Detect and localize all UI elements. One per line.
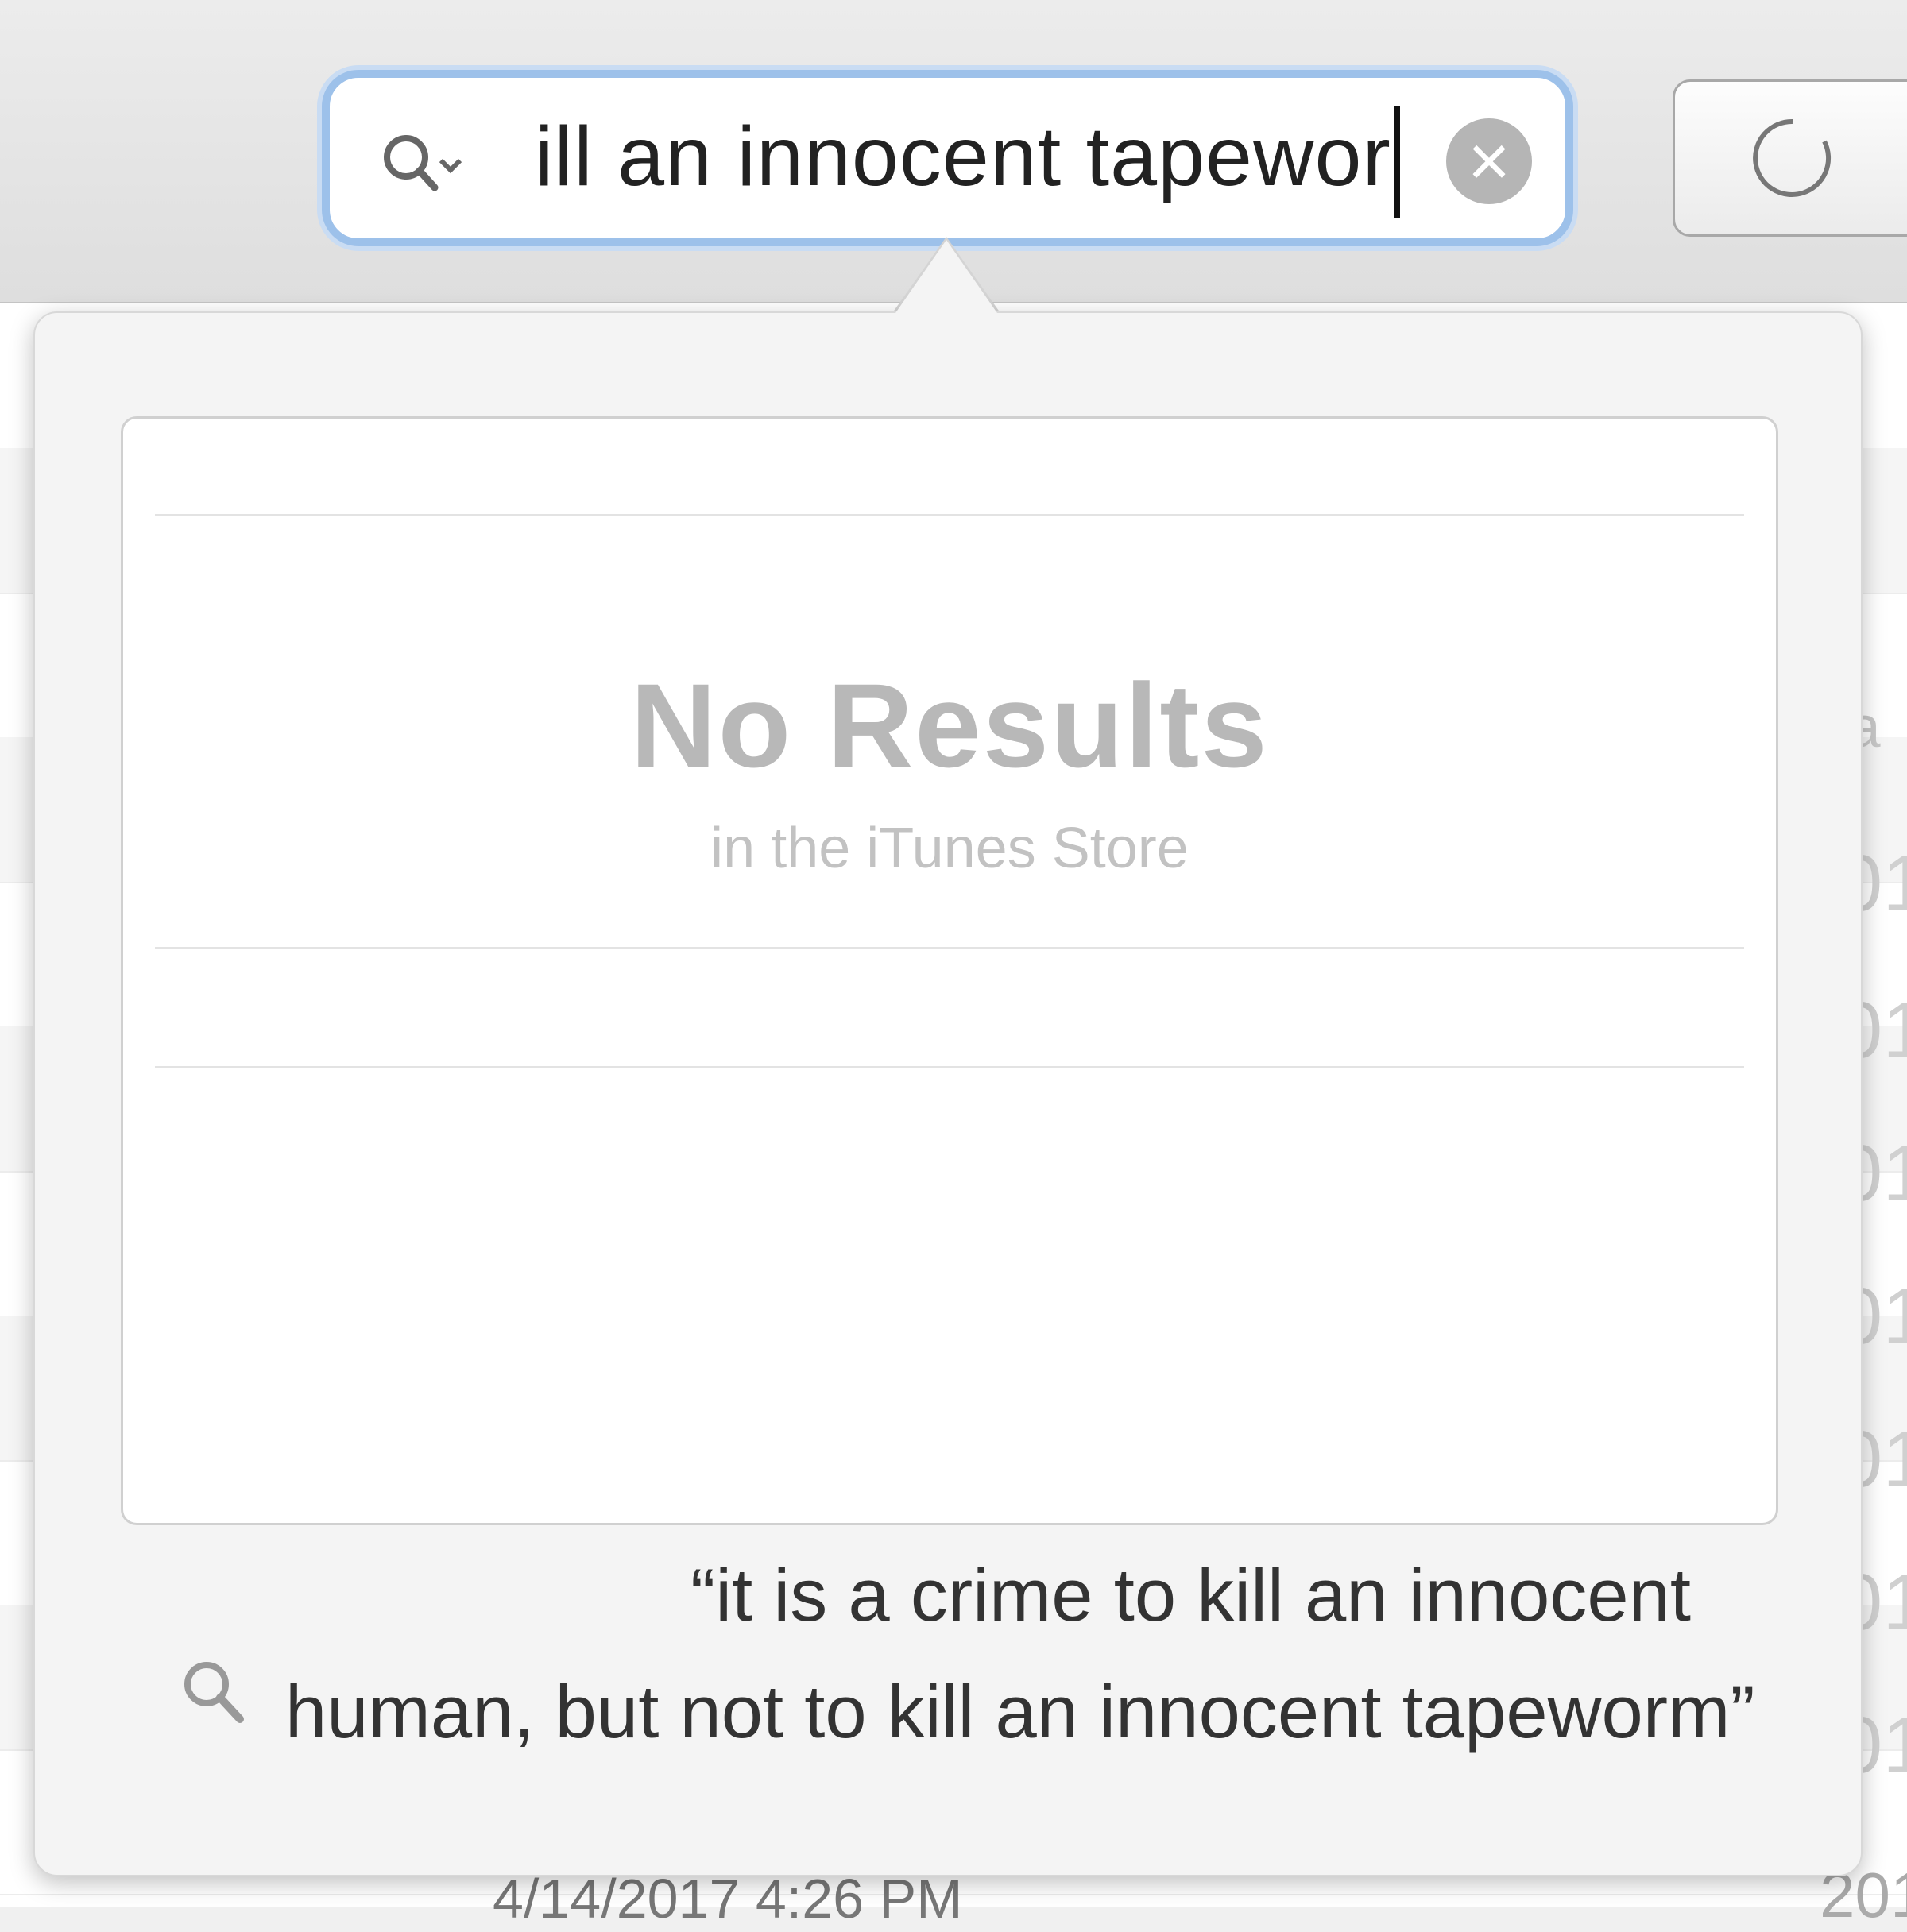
divider <box>155 947 1744 949</box>
search-popover: No Results in the iTunes Store “it is a … <box>33 311 1863 1876</box>
suggestion-text: “it is a crime to kill an innocent human… <box>285 1553 1755 1753</box>
clear-search-button[interactable]: × <box>1446 118 1532 204</box>
magnifier-icon <box>184 1662 244 1723</box>
no-results-title: No Results <box>630 659 1269 792</box>
divider <box>155 1066 1744 1068</box>
search-input[interactable]: ill an innocent tapeworm <box>535 105 1393 208</box>
popover-arrow <box>895 240 997 313</box>
text-caret <box>1394 106 1400 218</box>
magnifier-dropdown-icon[interactable] <box>377 129 465 200</box>
search-field[interactable]: ill an innocent tapeworm × <box>322 70 1573 246</box>
divider <box>155 514 1744 516</box>
reload-icon <box>1753 118 1832 197</box>
date-cell: 4/14/2017 4:26 PM <box>493 1868 963 1930</box>
search-suggestion[interactable]: “it is a crime to kill an innocent human… <box>83 1536 1831 1846</box>
reload-button[interactable] <box>1673 79 1907 237</box>
clear-x-icon: × <box>1468 121 1511 202</box>
no-results-subtitle: in the iTunes Store <box>710 817 1189 880</box>
store-preview[interactable]: No Results in the iTunes Store <box>121 416 1778 1525</box>
